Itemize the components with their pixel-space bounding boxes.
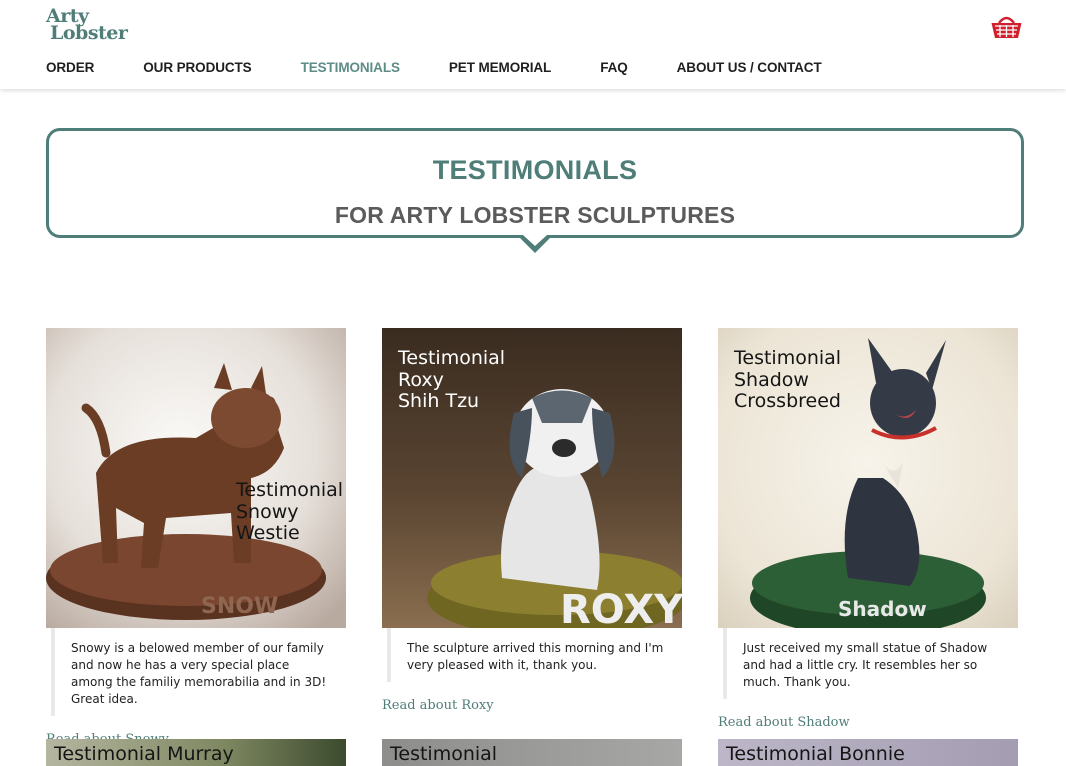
snowy-quote: Snowy is a belowed member of our family … <box>51 628 346 716</box>
snowy-caption-line-1: Testimonial <box>236 479 344 501</box>
shadow-quote: Just received my small statue of Shadow … <box>723 628 1018 699</box>
nav-our-products[interactable]: OUR PRODUCTS <box>143 60 251 78</box>
roxy-sculpture-photo[interactable]: ROXY Testimonial Roxy Shih Tzu <box>382 328 682 628</box>
shadow-caption-line-2: Shadow <box>734 368 809 391</box>
nav-testimonials[interactable]: TESTIMONIALS <box>301 60 400 78</box>
snowy-sculpture-photo[interactable]: SNOW Testimonial Snowy Westie <box>46 328 346 628</box>
testimonial-thumb-second[interactable]: Testimonial <box>382 739 682 766</box>
basket-icon[interactable] <box>990 12 1023 40</box>
read-about-shadow-link[interactable]: Read about Shadow <box>718 715 1018 730</box>
shadow-caption-line-1: Testimonial <box>734 347 842 369</box>
snowy-caption-line-2: Snowy <box>236 500 299 523</box>
snowy-caption-line-3: Westie <box>236 522 300 544</box>
roxy-caption-line-1: Testimonial <box>398 347 506 369</box>
site-header: Arty Lobster ORDER OUR PRODUCTS TESTIMON… <box>0 0 1066 89</box>
snowy-base-lettering: SNOW <box>201 594 278 619</box>
bonnie-caption: Testimonial Bonnie <box>726 743 905 765</box>
banner-pointer-fill <box>523 235 547 246</box>
page-title: TESTIMONIALS <box>432 155 638 185</box>
testimonial-card-roxy: ROXY Testimonial Roxy Shih Tzu The sculp… <box>382 328 682 713</box>
roxy-quote: The sculpture arrived this morning and I… <box>387 628 682 682</box>
main-nav: ORDER OUR PRODUCTS TESTIMONIALS PET MEMO… <box>46 60 871 78</box>
snowy-photo-art: SNOW <box>46 328 346 628</box>
nav-pet-memorial[interactable]: PET MEMORIAL <box>449 60 551 78</box>
nav-faq[interactable]: FAQ <box>600 60 628 78</box>
nav-order[interactable]: ORDER <box>46 60 94 78</box>
testimonial-thumb-bonnie[interactable]: Testimonial Bonnie <box>718 739 1018 766</box>
testimonials-banner: TESTIMONIALS FOR ARTY LOBSTER SCULPTURES <box>46 128 1024 238</box>
shadow-sculpture-photo[interactable]: Shadow Testimonial Shadow Crossbreed <box>718 328 1018 628</box>
shadow-caption-line-3: Crossbreed <box>734 390 841 412</box>
shadow-base-lettering: Shadow <box>838 597 927 621</box>
snowy-caption: Testimonial Snowy Westie <box>236 479 344 545</box>
roxy-caption: Testimonial Roxy Shih Tzu <box>398 347 506 413</box>
nav-about-contact[interactable]: ABOUT US / CONTACT <box>677 60 822 78</box>
murray-caption: Testimonial Murray <box>54 743 234 765</box>
logo-line-2: Lobster <box>50 22 128 44</box>
testimonial-card-snowy: SNOW Testimonial Snowy Westie Snowy is a… <box>46 328 346 747</box>
testimonial-thumb-murray[interactable]: Testimonial Murray <box>46 739 346 766</box>
roxy-base-lettering: ROXY <box>560 587 682 628</box>
roxy-caption-line-3: Shih Tzu <box>398 390 480 412</box>
second-thumb-caption: Testimonial <box>390 743 498 765</box>
read-about-roxy-link[interactable]: Read about Roxy <box>382 698 682 713</box>
page-subtitle: FOR ARTY LOBSTER SCULPTURES <box>334 202 736 228</box>
arty-lobster-logo[interactable]: Arty Lobster <box>46 7 128 46</box>
testimonial-card-shadow: Shadow Testimonial Shadow Crossbreed Jus… <box>718 328 1018 730</box>
shadow-caption: Testimonial Shadow Crossbreed <box>734 347 842 413</box>
roxy-caption-line-2: Roxy <box>398 368 444 391</box>
